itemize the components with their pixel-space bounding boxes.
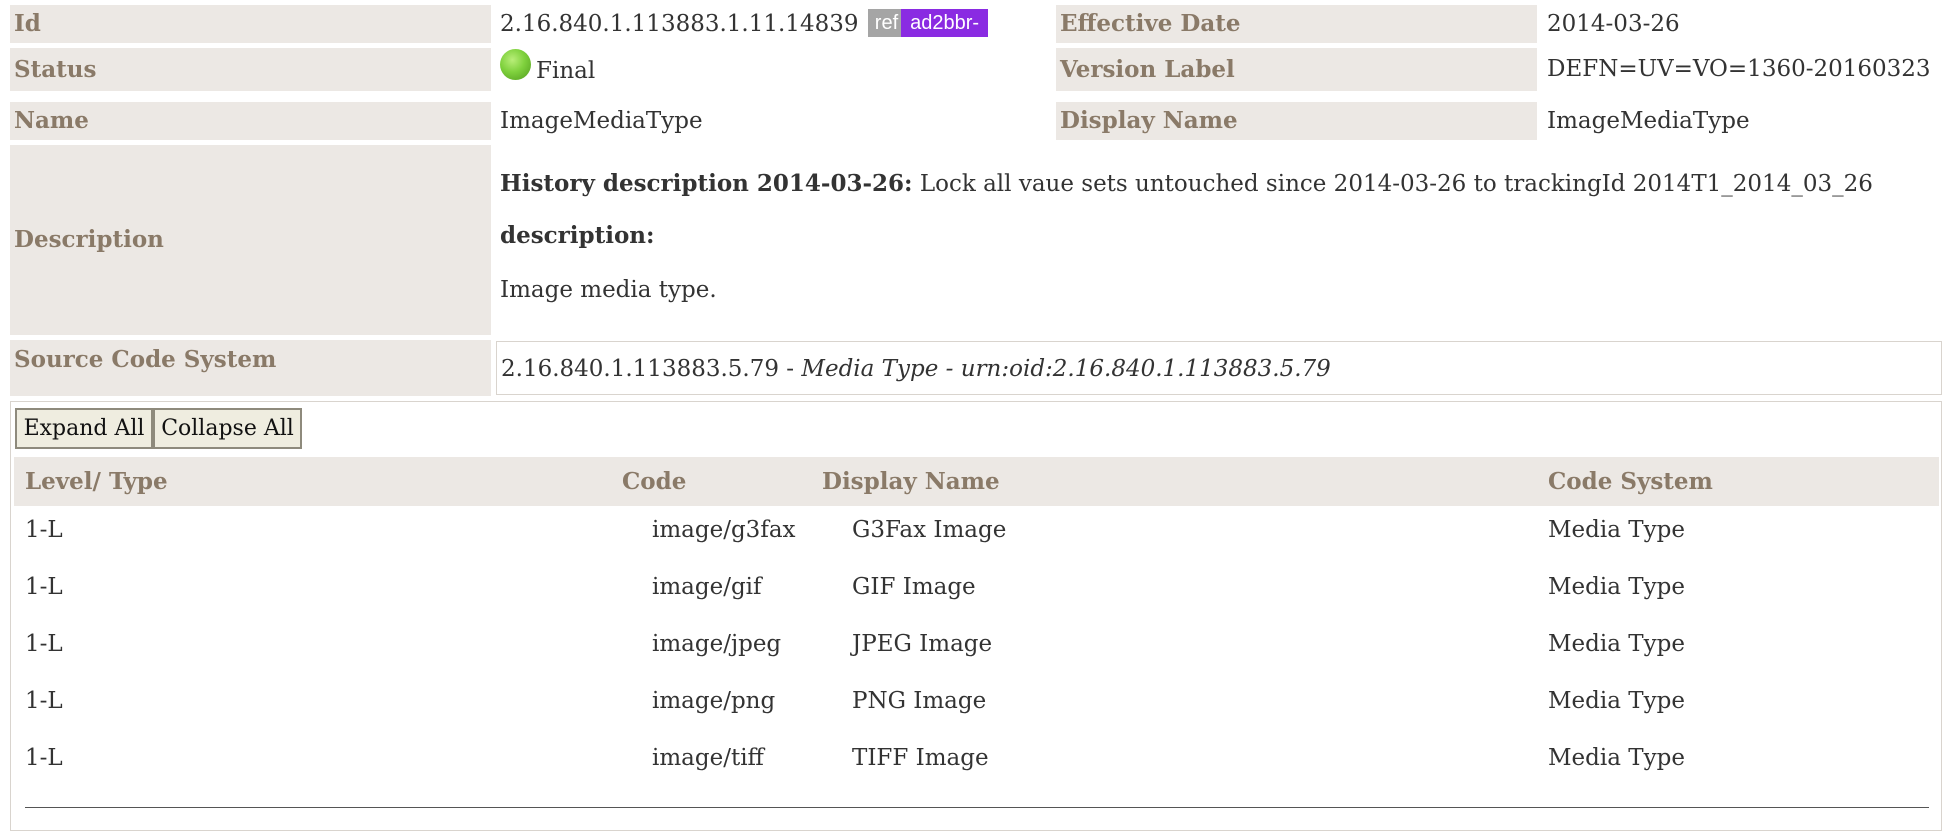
description-value: History description 2014-03-26: Lock all…: [496, 145, 1942, 335]
table-row[interactable]: 1-L image/g3fax G3Fax Image Media Type: [11, 502, 1941, 559]
row-code-system: Media Type: [1548, 688, 1685, 714]
row-level: 1-L: [25, 574, 63, 600]
history-description: History description 2014-03-26: Lock all…: [500, 169, 1873, 199]
display-name-label: Display Name: [1056, 102, 1537, 140]
status-label: Status: [10, 48, 491, 91]
row-display-name: G3Fax Image: [852, 517, 1007, 543]
id-value-cell: 2.16.840.1.113883.1.11.14839 ref ad2bbr-: [496, 5, 1049, 43]
name-label: Name: [10, 102, 491, 140]
concept-tree-panel: Expand All Collapse All Level/ Type Code…: [10, 401, 1942, 831]
source-separator-2: -: [938, 356, 961, 382]
row-level: 1-L: [25, 688, 63, 714]
name-value: ImageMediaType: [500, 108, 703, 134]
source-name: Media Type: [801, 356, 939, 382]
source-urn: urn:oid:2.16.840.1.113883.5.79: [960, 356, 1331, 382]
row-display-name: TIFF Image: [852, 745, 989, 771]
row-display-name: GIF Image: [852, 574, 976, 600]
display-name-value: ImageMediaType: [1547, 108, 1750, 134]
table-row[interactable]: 1-L image/jpeg JPEG Image Media Type: [11, 616, 1941, 673]
effective-date-label: Effective Date: [1056, 5, 1537, 43]
header-display-name[interactable]: Display Name: [822, 457, 1000, 506]
description-text: Image media type.: [500, 277, 717, 303]
table-row[interactable]: 1-L image/tiff TIFF Image Media Type: [11, 730, 1941, 787]
description-label: Description: [10, 145, 491, 335]
row-level: 1-L: [25, 517, 63, 543]
concept-table-header: Level/ Type Code Display Name Code Syste…: [14, 457, 1939, 506]
row-code-system: Media Type: [1548, 631, 1685, 657]
table-row[interactable]: 1-L image/png PNG Image Media Type: [11, 673, 1941, 730]
ref-badge[interactable]: ref: [867, 9, 906, 37]
collapse-all-button[interactable]: Collapse All: [153, 408, 302, 449]
status-value: Final: [536, 58, 596, 84]
row-display-name: PNG Image: [852, 688, 987, 714]
header-code[interactable]: Code: [622, 457, 686, 506]
status-final-icon: [500, 49, 531, 80]
row-code-system: Media Type: [1548, 574, 1685, 600]
row-level: 1-L: [25, 631, 63, 657]
source-separator: -: [779, 356, 802, 382]
source-code-system-label: Source Code System: [10, 340, 491, 396]
row-display-name: JPEG Image: [852, 631, 993, 657]
history-text: Lock all vaue sets untouched since 2014-…: [912, 171, 1873, 197]
version-label-value: DEFN=UV=VO=1360-20160323: [1547, 56, 1931, 82]
source-oid: 2.16.840.1.113883.5.79: [501, 356, 779, 382]
effective-date-value: 2014-03-26: [1547, 11, 1680, 37]
row-code-system: Media Type: [1548, 517, 1685, 543]
history-heading: History description 2014-03-26:: [500, 170, 913, 197]
table-row[interactable]: 1-L image/gif GIF Image Media Type: [11, 559, 1941, 616]
header-level-type[interactable]: Level/ Type: [25, 457, 168, 506]
value-set-page: { "details": { "id_label": "Id", "id_val…: [0, 0, 1942, 831]
row-code: image/jpeg: [652, 631, 782, 657]
row-code: image/gif: [652, 574, 762, 600]
description-heading: description:: [500, 222, 655, 249]
header-code-system[interactable]: Code System: [1548, 457, 1713, 506]
id-value: 2.16.840.1.113883.1.11.14839: [500, 11, 859, 37]
row-code: image/g3fax: [652, 517, 796, 543]
status-value-cell: Final: [496, 48, 1049, 91]
source-code-system-value: 2.16.840.1.113883.5.79 - Media Type - ur…: [496, 341, 1942, 395]
expand-all-button[interactable]: Expand All: [15, 408, 153, 449]
row-code: image/tiff: [652, 745, 764, 771]
row-level: 1-L: [25, 745, 63, 771]
version-label-label: Version Label: [1056, 48, 1537, 91]
row-code: image/png: [652, 688, 776, 714]
row-code-system: Media Type: [1548, 745, 1685, 771]
table-bottom-divider: [25, 807, 1929, 808]
prefix-badge[interactable]: ad2bbr-: [901, 9, 989, 37]
id-label: Id: [10, 5, 491, 43]
